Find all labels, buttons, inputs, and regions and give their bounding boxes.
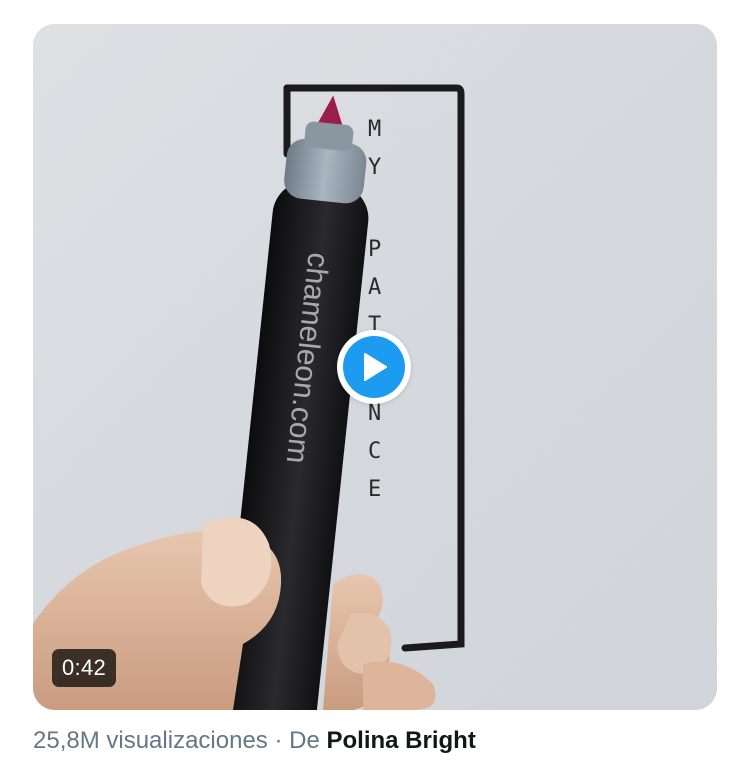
svg-text:Y: Y [368,155,381,180]
author-link[interactable]: Polina Bright [326,727,475,754]
play-button[interactable] [337,330,411,404]
svg-text:N: N [368,401,381,426]
svg-text:E: E [368,477,381,502]
svg-text:M: M [368,117,381,142]
video-player[interactable]: M Y P A T N C E chameleon.com 0:42 [33,24,717,710]
svg-text:C: C [368,439,381,464]
duration-badge: 0:42 [52,649,117,687]
meta-separator: · [267,727,290,754]
svg-text:A: A [368,275,381,300]
view-count: 25,8M visualizaciones [33,727,268,754]
svg-text:P: P [368,237,381,262]
play-icon[interactable] [343,336,405,398]
video-meta: 25,8M visualizaciones · De Polina Bright [33,726,476,756]
by-label: De [289,727,327,754]
